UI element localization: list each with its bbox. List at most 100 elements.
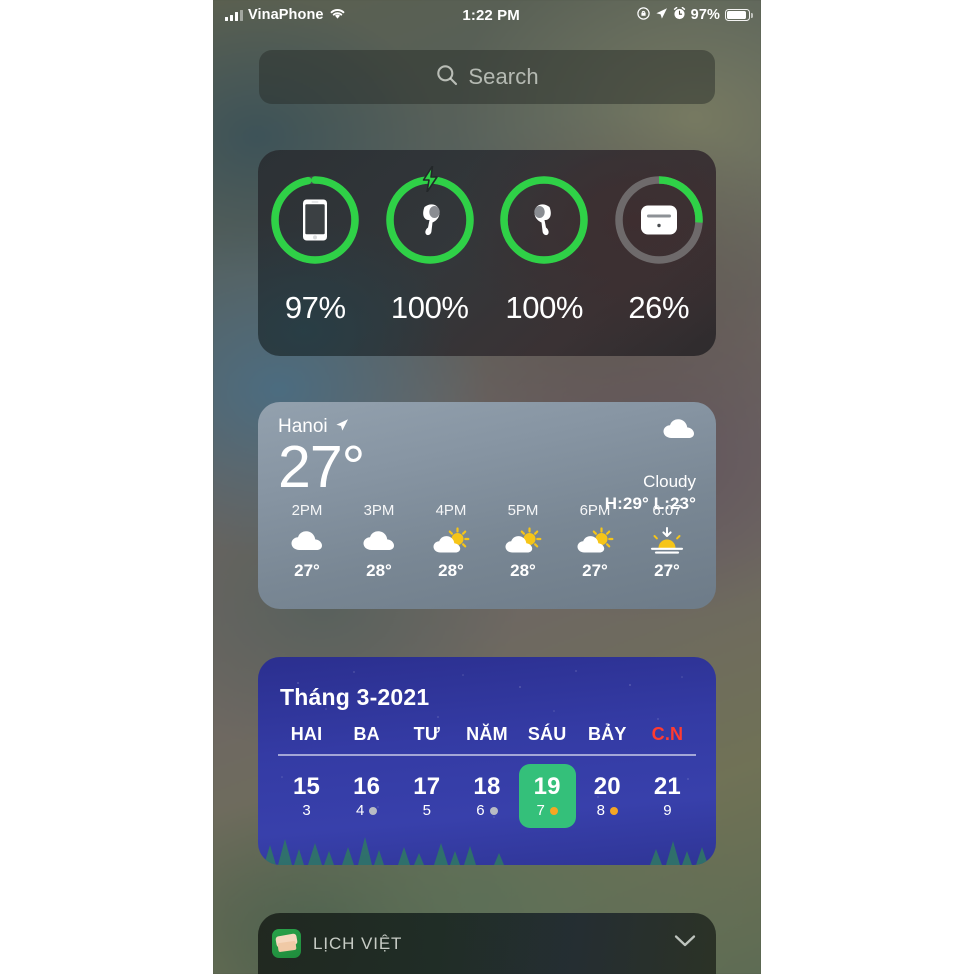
- batteries-widget[interactable]: 97% 100% 100% 26%: [258, 150, 716, 356]
- widget-app-header-bar[interactable]: LỊCH VIỆT: [258, 913, 716, 974]
- search-placeholder: Search: [468, 64, 539, 89]
- carrier-label: VinaPhone: [248, 7, 324, 23]
- rotation-lock-icon: [636, 6, 650, 24]
- calendar-day-cell[interactable]: 16 4: [338, 764, 395, 828]
- weather-widget[interactable]: Hanoi 27° Cloudy H:29° L:23° 2PM 27° 3PM…: [258, 402, 716, 609]
- weather-hour-item: 4PM 28°: [420, 502, 482, 581]
- battery-item-iphone[interactable]: 97%: [261, 172, 369, 326]
- calendar-weekday-nam: NĂM: [466, 724, 508, 744]
- calendar-event-dot: [549, 806, 558, 815]
- weather-header: Hanoi 27° Cloudy H:29° L:23°: [258, 402, 716, 513]
- weather-hour-label: 6PM: [579, 502, 611, 519]
- calendar-day-number: 19: [533, 772, 561, 800]
- battery-percent-airpod-left: 100%: [390, 290, 469, 325]
- calendar-weekday-hai: HAI: [290, 724, 323, 744]
- battery-icon: [725, 9, 753, 21]
- calendar-day-number: 17: [413, 772, 441, 800]
- battery-item-airpod-right[interactable]: 100%: [490, 172, 598, 326]
- calendar-day-cell[interactable]: 15 3: [278, 764, 335, 828]
- forest-silhouette: [264, 837, 708, 865]
- calendar-day-sub: 8: [596, 802, 618, 819]
- calendar-event-dot: [609, 806, 618, 815]
- location-arrow-icon: [655, 7, 668, 24]
- weather-hour-label: 5PM: [507, 502, 539, 519]
- weather-hour-item: 3PM 28°: [348, 502, 410, 581]
- calendar-day-number: 20: [593, 772, 621, 800]
- chevron-down-icon[interactable]: [674, 934, 696, 953]
- weather-hour-temp: 27°: [294, 561, 320, 580]
- calendar-weekday-cn: C.N: [651, 724, 684, 744]
- search-bar[interactable]: Search: [259, 50, 715, 104]
- search-icon: [435, 63, 459, 92]
- weather-hour-temp: 27°: [654, 561, 680, 580]
- weather-hour-label: 3PM: [363, 502, 395, 519]
- wifi-icon: [329, 7, 346, 24]
- weather-hour-label: 2PM: [291, 502, 323, 519]
- calendar-lunar-number: 3: [302, 802, 311, 819]
- battery-percent-label: 97%: [690, 7, 720, 23]
- calendar-day-number: 18: [473, 772, 501, 800]
- calendar-day-sub: 4: [355, 802, 378, 819]
- cloud-icon: [276, 523, 338, 559]
- calendar-day-sub: 6: [476, 802, 498, 819]
- calendar-day-number: 15: [292, 772, 321, 800]
- screenshot-root: VinaPhone 1:22 PM 97% Search 97% 100% 10…: [0, 0, 974, 974]
- status-bar-time: 1:22 PM: [462, 6, 520, 24]
- weather-summary: Cloudy H:29° L:23°: [605, 418, 696, 514]
- partly-sunny-icon: [420, 523, 482, 559]
- calendar-month-title: Tháng 3-2021: [280, 684, 430, 710]
- calendar-day-sub: 5: [422, 802, 431, 819]
- calendar-widget[interactable]: Tháng 3-2021 HAI BA TƯ NĂM SÁU BẢY C.N 1…: [258, 657, 716, 865]
- calendar-day-number: 21: [653, 772, 681, 800]
- calendar-lunar-number: 5: [422, 802, 431, 819]
- calendar-lunar-number: 4: [355, 802, 365, 819]
- airpods-case-icon: [611, 172, 707, 268]
- signal-bars-icon: [225, 9, 243, 21]
- calendar-lunar-number: 6: [476, 802, 485, 819]
- iphone-icon: [267, 172, 363, 268]
- app-name-label: LỊCH VIỆT: [313, 933, 403, 953]
- sunset-icon: [636, 523, 698, 559]
- calendar-event-dot: [369, 806, 378, 815]
- weather-hourly-row: 2PM 27° 3PM 28° 4PM 28° 5PM 28° 6PM 27° …: [258, 498, 716, 581]
- calendar-lunar-number: 7: [536, 802, 545, 819]
- weather-hour-label: 4PM: [435, 502, 467, 519]
- cloud-icon: [348, 523, 410, 559]
- battery-ring-airpod-left: [382, 166, 478, 268]
- batteries-row: 97% 100% 100% 26%: [258, 166, 716, 326]
- battery-ring-airpods-case: [611, 172, 707, 268]
- calendar-day-cell[interactable]: 20 8: [579, 764, 636, 828]
- lich-viet-app-icon: [272, 929, 301, 958]
- weather-hour-temp: 27°: [582, 561, 608, 580]
- charging-bolt-icon: [420, 166, 440, 192]
- status-bar-right: 97%: [636, 6, 753, 24]
- battery-item-airpod-left[interactable]: 100%: [376, 166, 484, 326]
- calendar-weekday-sau: SÁU: [527, 724, 567, 744]
- weather-hour-temp: 28°: [510, 561, 536, 580]
- battery-percent-airpods-case: 26%: [628, 290, 690, 325]
- calendar-lunar-number: 8: [596, 802, 605, 819]
- weather-condition-label: Cloudy: [643, 472, 696, 491]
- phone-screen: VinaPhone 1:22 PM 97% Search 97% 100% 10…: [213, 0, 761, 974]
- calendar-event-dot: [489, 806, 498, 815]
- calendar-days-row: 15 3 16 4 17 5 18 6 19 7 20 8 21 9: [258, 756, 716, 828]
- calendar-day-cell-selected[interactable]: 19 7: [518, 763, 576, 828]
- calendar-weekday-bay: BẢY: [587, 724, 627, 744]
- battery-ring-airpod-right: [496, 172, 592, 268]
- status-bar-left: VinaPhone: [225, 7, 346, 24]
- calendar-day-sub: 9: [663, 802, 672, 819]
- weather-hour-label: 6:07: [652, 502, 682, 519]
- weather-hour-temp: 28°: [366, 561, 392, 580]
- battery-percent-iphone: 97%: [284, 290, 346, 325]
- calendar-lunar-number: 9: [663, 802, 672, 819]
- battery-item-airpods-case[interactable]: 26%: [605, 172, 713, 326]
- calendar-day-sub: 3: [302, 802, 311, 819]
- calendar-day-cell[interactable]: 17 5: [398, 764, 455, 828]
- battery-ring-iphone: [267, 172, 363, 268]
- calendar-day-cell[interactable]: 18 6: [458, 764, 515, 828]
- calendar-day-cell[interactable]: 21 9: [639, 764, 696, 828]
- weather-hour-item: 5PM 28°: [492, 502, 554, 581]
- weather-hour-temp: 28°: [438, 561, 464, 580]
- airpod-right-icon: [496, 172, 592, 268]
- calendar-weekday-header: HAI BA TƯ NĂM SÁU BẢY C.N: [258, 711, 716, 745]
